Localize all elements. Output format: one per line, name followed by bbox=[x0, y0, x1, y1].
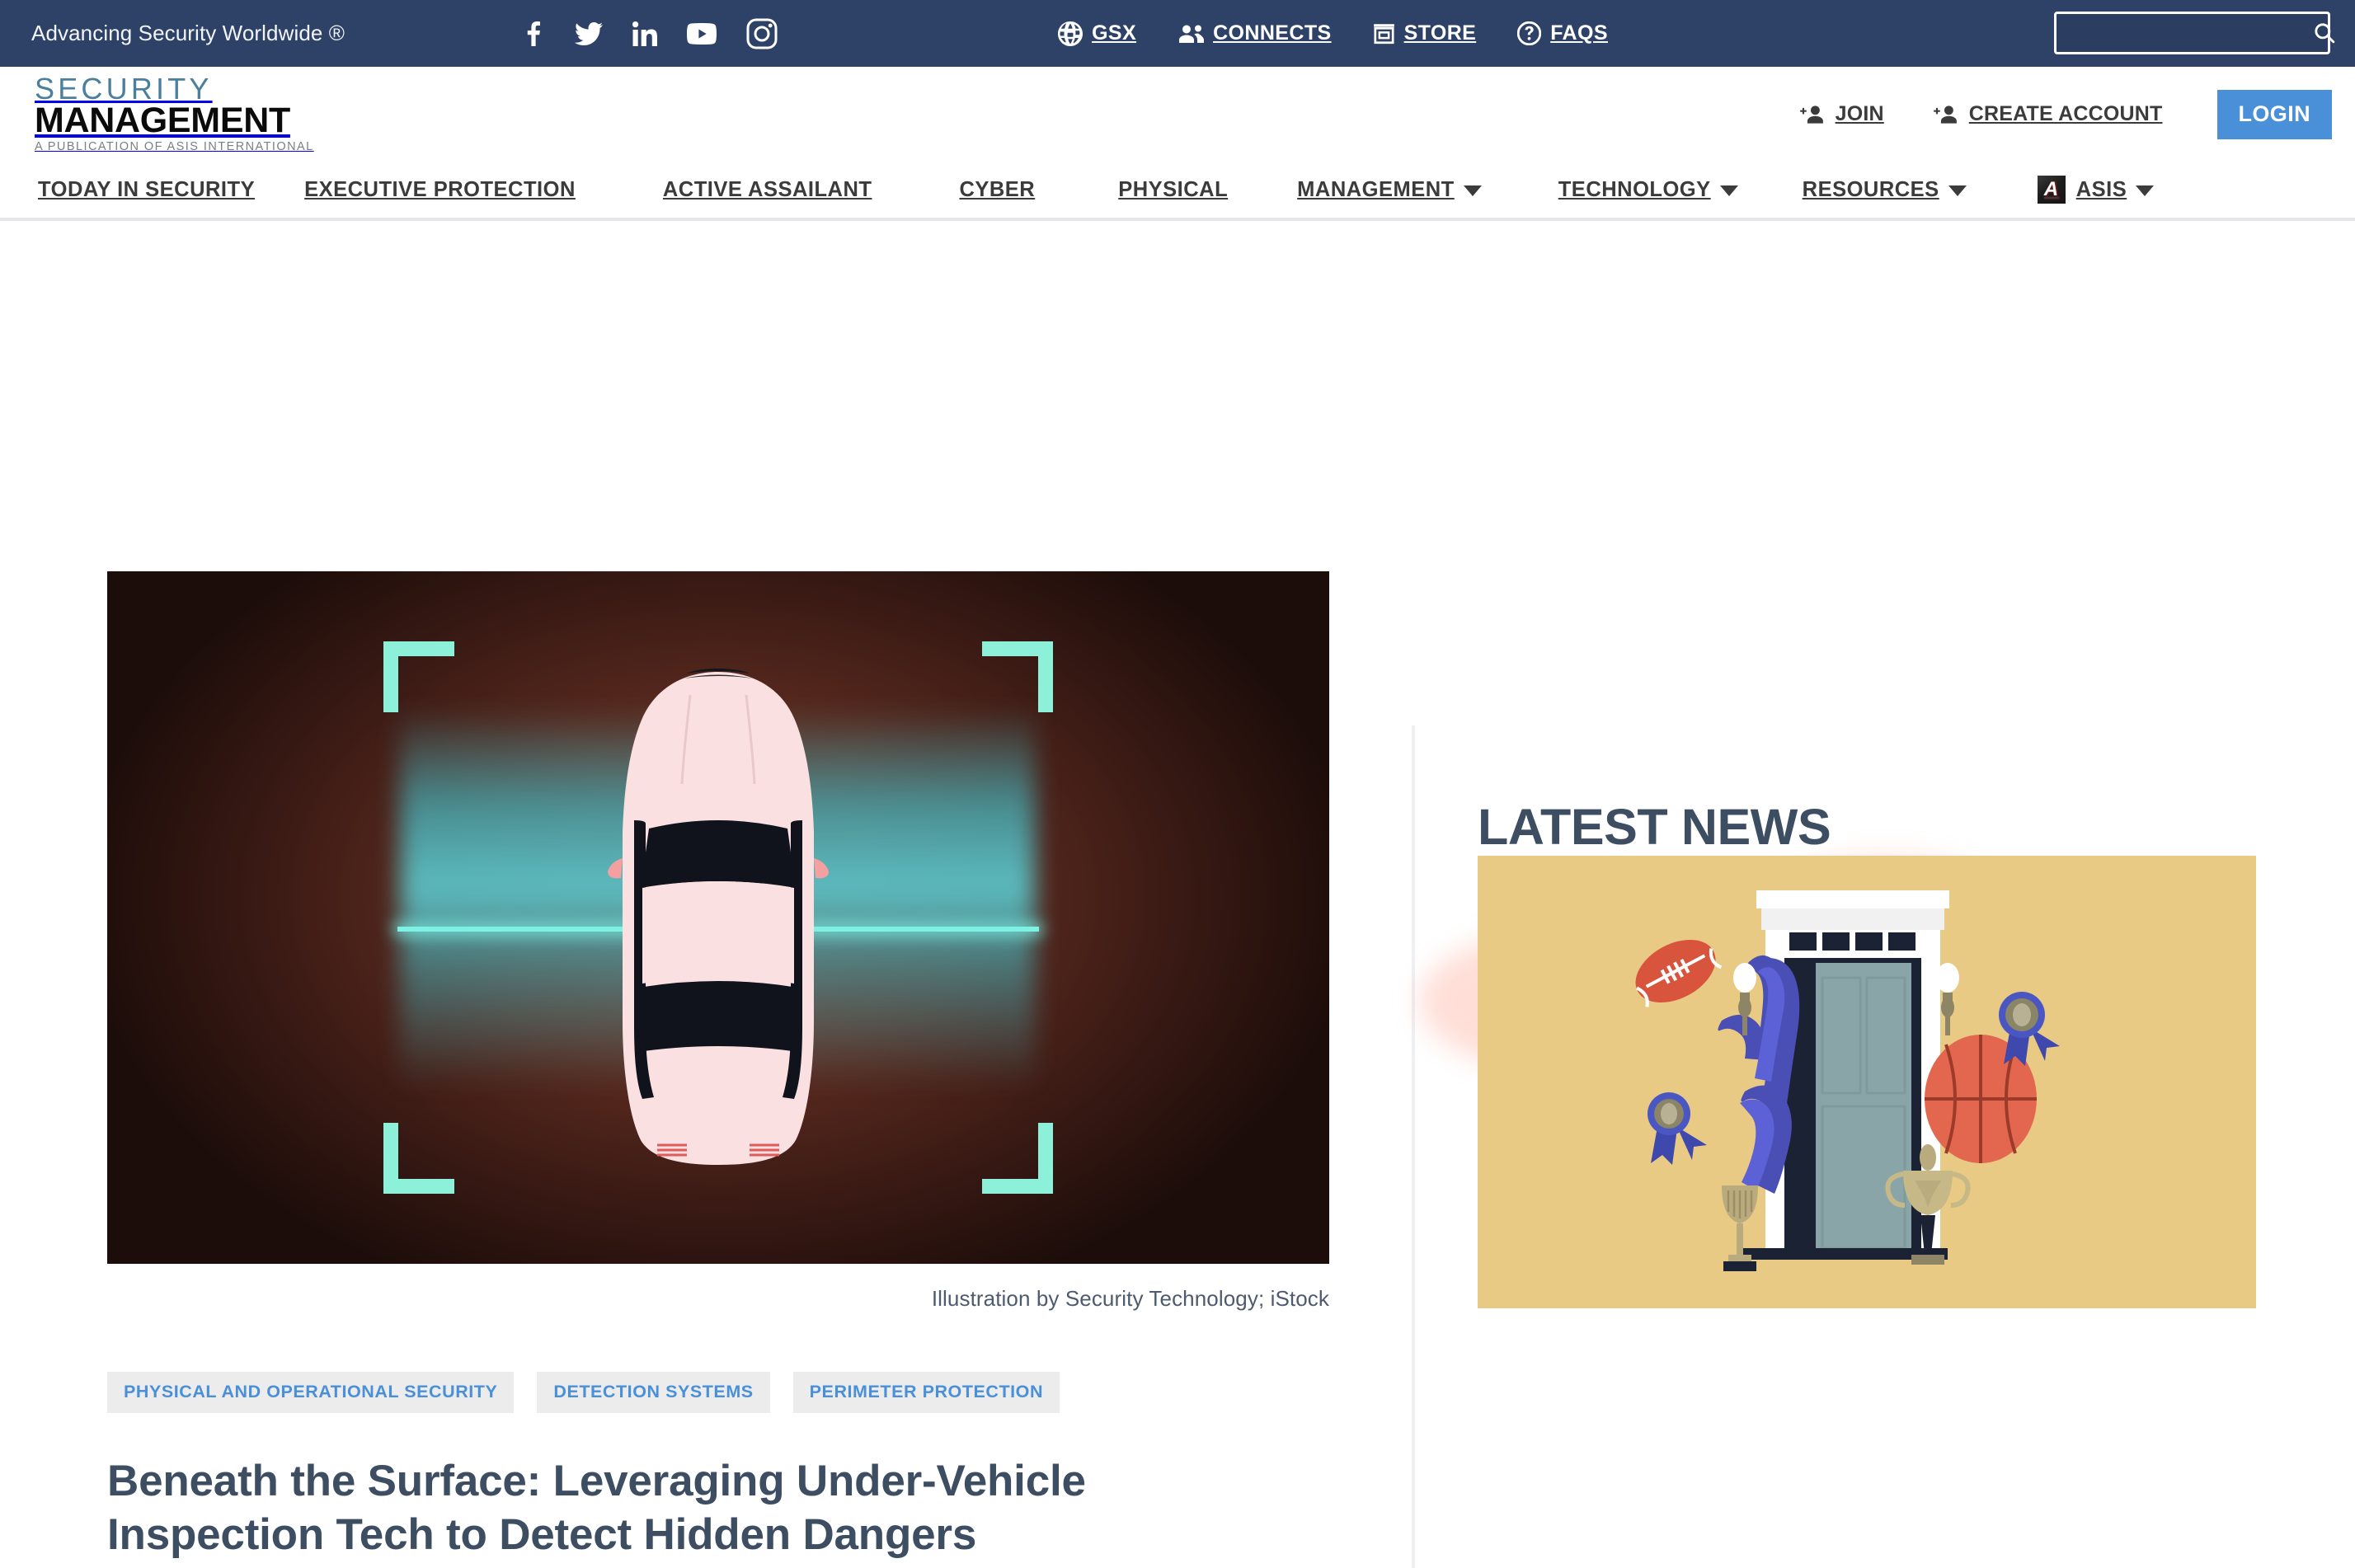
site-logo[interactable]: SECURITY MANAGEMENT A PUBLICATION OF ASI… bbox=[35, 72, 319, 153]
nav-item-cyber[interactable]: CYBER bbox=[959, 178, 1035, 202]
nav-item-executive-protection[interactable]: EXECUTIVE PROTECTION bbox=[304, 178, 576, 202]
store-link[interactable]: STORE bbox=[1373, 21, 1477, 45]
nav-item-resources[interactable]: RESOURCES bbox=[1803, 178, 1967, 202]
utility-links: GSX CONNECTS STORE FAQS bbox=[1058, 21, 1608, 46]
nav-label: PHYSICAL bbox=[1118, 177, 1229, 201]
gsx-label: GSX bbox=[1092, 21, 1137, 45]
people-icon bbox=[1178, 24, 1205, 44]
car-illustration bbox=[608, 669, 829, 1165]
login-button[interactable]: LOGIN bbox=[2216, 89, 2332, 139]
scan-bracket-bottom-right bbox=[982, 1123, 1053, 1194]
chevron-down-icon bbox=[1948, 185, 1967, 196]
question-circle-icon bbox=[1517, 21, 1542, 45]
person-add-icon bbox=[1799, 105, 1826, 124]
logo-line-management: MANAGEMENT bbox=[35, 100, 290, 140]
logo-tagline: A PUBLICATION OF ASIS INTERNATIONAL bbox=[35, 139, 314, 153]
faqs-link[interactable]: FAQS bbox=[1517, 21, 1608, 45]
join-label: JOIN bbox=[1835, 102, 1884, 125]
instagram-icon[interactable] bbox=[746, 18, 778, 49]
join-button[interactable]: JOIN bbox=[1799, 102, 1884, 126]
chevron-down-icon bbox=[1719, 185, 1738, 196]
nav-item-today-in-security[interactable]: TODAY IN SECURITY bbox=[38, 178, 255, 202]
tag-perimeter-protection[interactable]: PERIMETER PROTECTION bbox=[792, 1372, 1060, 1413]
nav-item-physical[interactable]: PHYSICAL bbox=[1118, 178, 1228, 202]
chevron-down-icon bbox=[1463, 185, 1482, 196]
nav-item-management[interactable]: MANAGEMENT bbox=[1297, 178, 1482, 202]
logo-line-security: SECURITY bbox=[35, 72, 213, 106]
asis-logo-icon bbox=[2037, 176, 2066, 204]
main-navigation: TODAY IN SECURITY EXECUTIVE PROTECTION A… bbox=[0, 162, 2355, 221]
social-links bbox=[522, 18, 778, 49]
doorway-illustration bbox=[1478, 856, 2256, 1305]
sidebar: Altronix EFLOW™ LEARN MORE▸ LATEST NEWS bbox=[1418, 221, 2276, 1568]
nav-label: MANAGEMENT bbox=[1297, 177, 1455, 201]
nav-label: TECHNOLOGY bbox=[1558, 177, 1711, 201]
tag-physical-and-operational-security[interactable]: PHYSICAL AND OPERATIONAL SECURITY bbox=[107, 1372, 515, 1413]
search-input[interactable] bbox=[2057, 14, 2314, 52]
nav-label: CYBER bbox=[959, 177, 1036, 201]
tag-detection-systems[interactable]: DETECTION SYSTEMS bbox=[537, 1372, 770, 1413]
nav-label: TODAY IN SECURITY bbox=[38, 177, 256, 201]
search-box[interactable] bbox=[2054, 12, 2335, 54]
page-body: Illustration by Security Technology; iSt… bbox=[0, 221, 2355, 1568]
nav-label: RESOURCES bbox=[1802, 177, 1939, 201]
nav-label: EXECUTIVE PROTECTION bbox=[304, 177, 576, 201]
latest-news-thumbnail[interactable] bbox=[1478, 856, 2256, 1308]
scan-bracket-top-right bbox=[982, 641, 1053, 712]
connects-link[interactable]: CONNECTS bbox=[1178, 21, 1331, 45]
chevron-down-icon bbox=[2136, 185, 2155, 196]
facebook-icon[interactable] bbox=[522, 21, 545, 46]
nav-label: ACTIVE ASSAILANT bbox=[662, 177, 872, 201]
create-account-button[interactable]: CREATE ACCOUNT bbox=[1933, 102, 2163, 126]
create-account-label: CREATE ACCOUNT bbox=[1968, 102, 2163, 125]
top-utility-bar: Advancing Security Worldwide ® GSX CONNE… bbox=[0, 0, 2355, 67]
store-icon bbox=[1373, 22, 1395, 45]
store-label: STORE bbox=[1403, 21, 1477, 45]
faqs-label: FAQS bbox=[1550, 21, 1608, 45]
tagline: Advancing Security Worldwide ® bbox=[31, 21, 345, 45]
article-tags: PHYSICAL AND OPERATIONAL SECURITY DETECT… bbox=[107, 1372, 1418, 1413]
person-add-icon bbox=[1933, 105, 1959, 124]
gsx-link[interactable]: GSX bbox=[1058, 21, 1136, 46]
globe-icon bbox=[1058, 21, 1083, 46]
search-button[interactable] bbox=[2314, 14, 2335, 52]
masthead: SECURITY MANAGEMENT A PUBLICATION OF ASI… bbox=[0, 67, 2355, 162]
image-caption: Illustration by Security Technology; iSt… bbox=[931, 1286, 1329, 1311]
twitter-icon[interactable] bbox=[575, 21, 604, 45]
linkedin-icon[interactable] bbox=[632, 21, 658, 46]
latest-news-heading: LATEST NEWS bbox=[1478, 799, 1831, 855]
scan-bracket-top-left bbox=[383, 641, 454, 712]
nav-item-active-assailant[interactable]: ACTIVE ASSAILANT bbox=[663, 178, 872, 202]
nav-item-technology[interactable]: TECHNOLOGY bbox=[1558, 178, 1738, 202]
connects-label: CONNECTS bbox=[1213, 21, 1332, 45]
article-hero-image bbox=[107, 571, 1329, 1264]
search-icon bbox=[2314, 22, 2335, 44]
nav-label: ASIS bbox=[2075, 177, 2127, 201]
article-headline: Beneath the Surface: Leveraging Under-Ve… bbox=[107, 1457, 1086, 1560]
article-column: Illustration by Security Technology; iSt… bbox=[25, 221, 1418, 1568]
account-actions: JOIN CREATE ACCOUNT LOGIN bbox=[1799, 67, 2332, 162]
scan-bracket-bottom-left bbox=[383, 1123, 454, 1194]
youtube-icon[interactable] bbox=[687, 22, 717, 45]
nav-item-asis[interactable]: ASIS bbox=[2037, 176, 2155, 204]
